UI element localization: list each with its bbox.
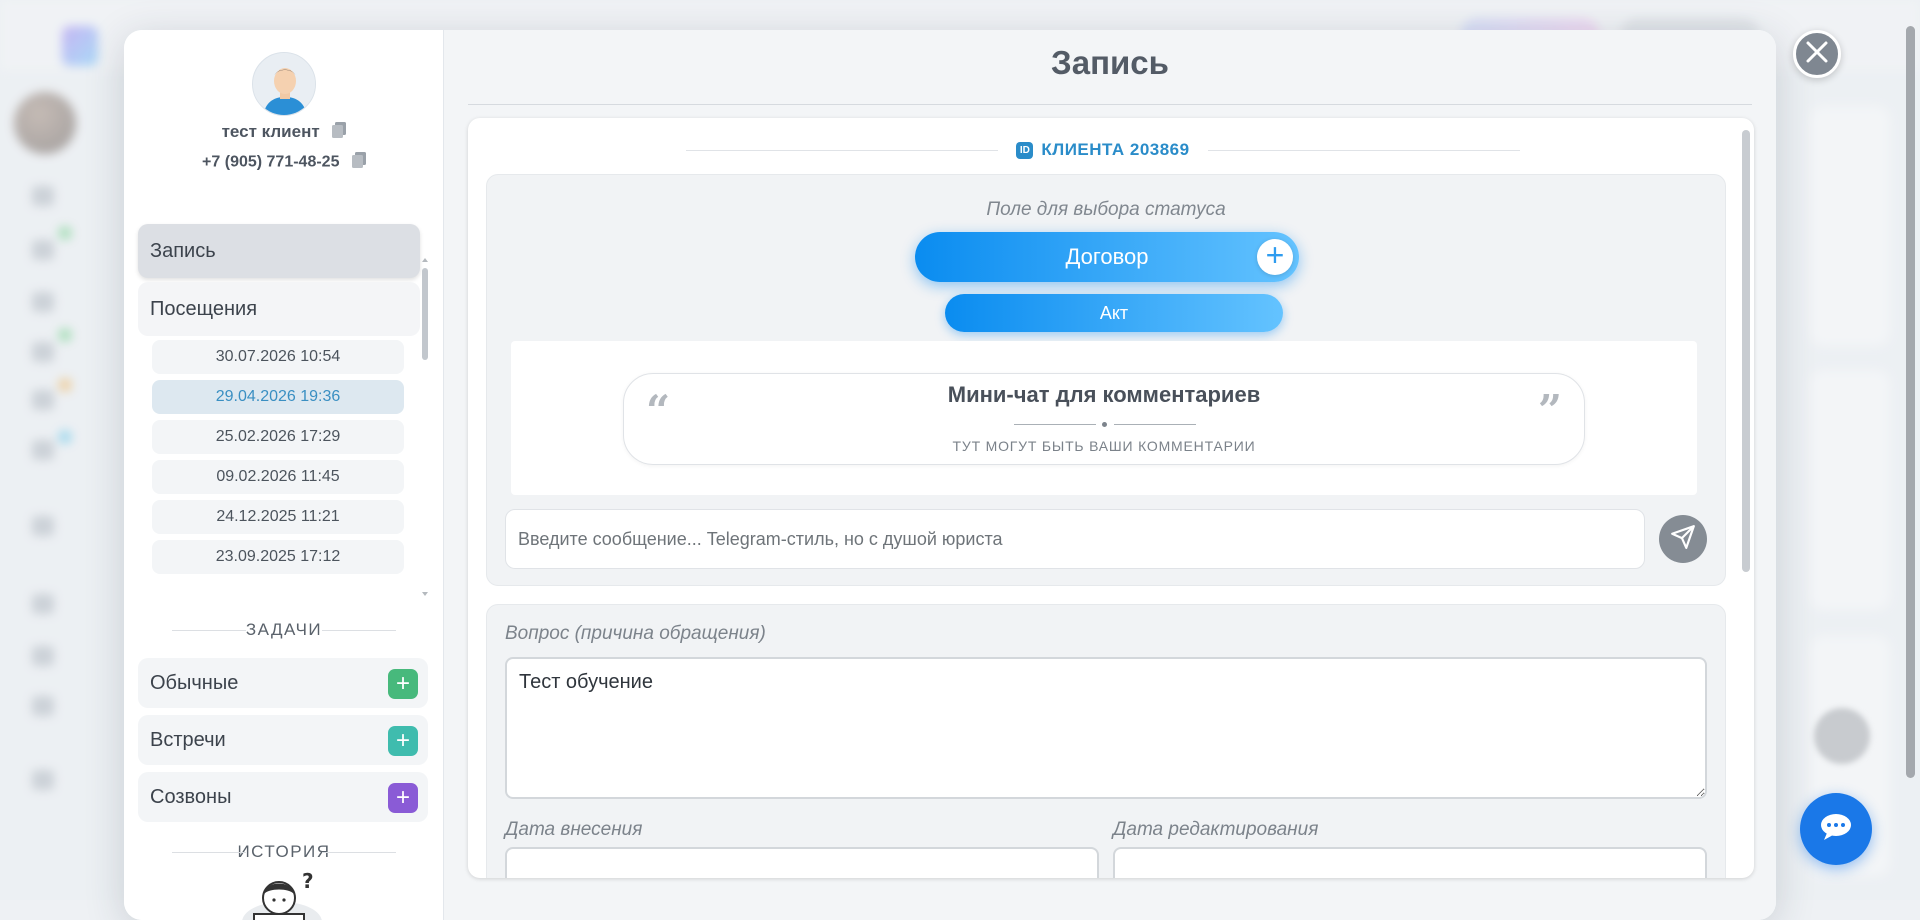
task-label: Созвоны bbox=[150, 786, 231, 809]
visit-item[interactable]: 23.09.2025 17:12 bbox=[152, 540, 404, 574]
task-row-meetings[interactable]: Встречи + bbox=[138, 715, 428, 765]
client-name: тест клиент bbox=[124, 122, 444, 143]
plus-icon[interactable]: + bbox=[388, 783, 418, 813]
status-primary-button[interactable]: Договор + bbox=[915, 232, 1299, 282]
visit-item[interactable]: 30.07.2026 10:54 bbox=[152, 340, 404, 374]
card-scrollbar[interactable] bbox=[1742, 130, 1750, 572]
visit-item[interactable]: 09.02.2026 11:45 bbox=[152, 460, 404, 494]
plus-icon[interactable]: + bbox=[388, 726, 418, 756]
record-content: Запись ID КЛИЕНТА 203869 Поле для выбора… bbox=[444, 30, 1776, 920]
created-date-field[interactable] bbox=[505, 847, 1099, 878]
chat-bubble-icon bbox=[1818, 812, 1854, 847]
task-label: Обычные bbox=[150, 672, 238, 695]
menu-item-visits[interactable]: Посещения bbox=[138, 282, 420, 336]
id-icon: ID bbox=[1016, 142, 1033, 159]
client-id-line: ID КЛИЕНТА 203869 bbox=[668, 138, 1538, 162]
status-secondary-label: Акт bbox=[1100, 303, 1128, 324]
history-section-title: ИСТОРИЯ bbox=[124, 842, 444, 862]
svg-text:?: ? bbox=[302, 870, 314, 893]
mini-chat-area: “ ” Мини-чат для комментариев ТУТ МОГУТ … bbox=[511, 341, 1697, 495]
add-status-plus-icon[interactable]: + bbox=[1257, 239, 1293, 275]
mini-chat-title: Мини-чат для комментариев bbox=[624, 382, 1584, 408]
record-card: ID КЛИЕНТА 203869 Поле для выбора статус… bbox=[468, 118, 1754, 878]
background-action-button bbox=[1814, 708, 1870, 764]
client-name-text: тест клиент bbox=[222, 122, 320, 141]
tasks-section-title: ЗАДАЧИ bbox=[124, 620, 444, 640]
message-input[interactable] bbox=[505, 509, 1645, 569]
task-label: Встречи bbox=[150, 729, 226, 752]
copy-icon[interactable] bbox=[352, 152, 366, 173]
copy-icon[interactable] bbox=[332, 122, 346, 143]
menu-item-record[interactable]: Запись bbox=[138, 224, 420, 278]
page-scrollbar[interactable] bbox=[1906, 26, 1915, 778]
client-phone-text: +7 (905) 771-48-25 bbox=[202, 154, 339, 171]
close-modal-button[interactable] bbox=[1793, 30, 1841, 78]
question-textarea[interactable]: Тест обучение bbox=[505, 657, 1707, 799]
question-section: Вопрос (причина обращения) Тест обучение… bbox=[486, 604, 1726, 878]
task-row-calls[interactable]: Созвоны + bbox=[138, 772, 428, 822]
close-icon bbox=[1804, 39, 1830, 70]
mini-chat-subtitle: ТУТ МОГУТ БЫТЬ ВАШИ КОММЕНТАРИИ bbox=[624, 438, 1584, 454]
chat-widget-button[interactable] bbox=[1800, 793, 1872, 865]
task-row-regular[interactable]: Обычные + bbox=[138, 658, 428, 708]
visit-item[interactable]: 24.12.2025 11:21 bbox=[152, 500, 404, 534]
visit-item[interactable]: 29.04.2026 19:36 bbox=[152, 380, 404, 414]
client-sidebar: тест клиент +7 (905) 771-48-25 Запись По… bbox=[124, 30, 444, 920]
status-primary-label: Договор bbox=[1065, 244, 1148, 270]
client-phone: +7 (905) 771-48-25 bbox=[124, 152, 444, 173]
client-id-label: КЛИЕНТА 203869 bbox=[1041, 140, 1189, 160]
title-divider bbox=[468, 104, 1752, 105]
visit-item[interactable]: 25.02.2026 17:29 bbox=[152, 420, 404, 454]
visits-scrollbar-thumb[interactable] bbox=[422, 268, 428, 360]
menu-item-label: Посещения bbox=[150, 298, 257, 321]
status-hint: Поле для выбора статуса bbox=[487, 199, 1725, 221]
edited-date-field[interactable] bbox=[1113, 847, 1707, 878]
status-section: Поле для выбора статуса Договор + Акт “ … bbox=[486, 174, 1726, 586]
client-avatar bbox=[252, 52, 316, 116]
edited-date-label: Дата редактирования bbox=[1113, 819, 1318, 841]
mini-chat-divider bbox=[1014, 422, 1196, 428]
history-empty-illustration-icon: ? bbox=[234, 870, 334, 920]
send-button[interactable] bbox=[1659, 515, 1707, 563]
status-secondary-button[interactable]: Акт bbox=[945, 294, 1283, 332]
menu-item-label: Запись bbox=[150, 240, 216, 263]
plus-icon[interactable]: + bbox=[388, 669, 418, 699]
question-label: Вопрос (причина обращения) bbox=[505, 623, 766, 645]
record-modal: тест клиент +7 (905) 771-48-25 Запись По… bbox=[124, 30, 1776, 920]
created-date-label: Дата внесения bbox=[505, 819, 642, 841]
send-icon bbox=[1670, 524, 1696, 555]
page-title: Запись bbox=[444, 44, 1776, 82]
mini-chat-empty-state: “ ” Мини-чат для комментариев ТУТ МОГУТ … bbox=[623, 373, 1585, 465]
